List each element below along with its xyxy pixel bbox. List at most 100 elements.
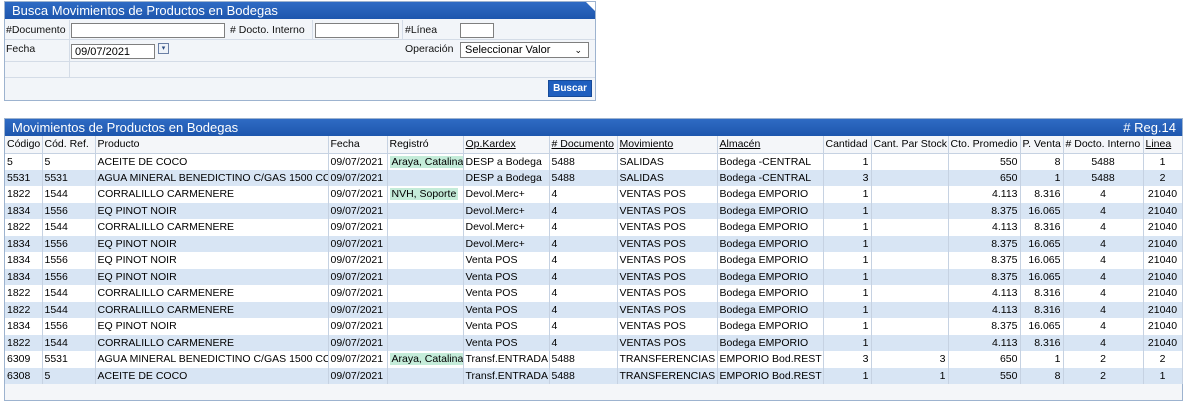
table-row[interactable]: 5 5 ACEITE DE COCO 09/07/2021 Araya, Catalin… xyxy=(5,153,1183,170)
cell-movimiento: VENTAS POS xyxy=(617,301,718,318)
cell-p-venta: 8.316 xyxy=(1020,334,1064,351)
cell-documento: 5488 xyxy=(549,169,618,186)
results-title: Movimientos de Productos en Bodegas xyxy=(12,120,239,135)
col-p-venta[interactable]: P. Venta xyxy=(1020,136,1064,154)
cell-linea: 21040 xyxy=(1143,219,1183,236)
chevron-down-icon: ⌄ xyxy=(574,45,582,55)
col-registro[interactable]: Registró xyxy=(387,136,464,154)
cell-linea: 21040 xyxy=(1143,334,1183,351)
cell-docto-interno: 5488 xyxy=(1063,153,1144,170)
table-row[interactable]: 1822 1544 CORRALILLO CARMENERE 09/07/2021 Ve… xyxy=(5,334,1183,351)
results-table: Código Cód. Ref. Producto Fecha Registró… xyxy=(5,136,1183,384)
col-op-kardex[interactable]: Op.Kardex xyxy=(463,136,550,154)
cell-op-kardex: DESP a Bodega xyxy=(463,169,550,186)
cell-fecha: 09/07/2021 xyxy=(328,285,388,302)
table-row[interactable]: 1822 1544 CORRALILLO CARMENERE 09/07/2021 De… xyxy=(5,219,1183,236)
cell-almacen: Bodega EMPORIO xyxy=(717,334,824,351)
cell-p-venta: 16.065 xyxy=(1020,202,1064,219)
cell-cant-par-stock: 1 xyxy=(871,367,949,384)
col-codigo[interactable]: Código xyxy=(5,136,43,154)
cell-op-kardex: Venta POS xyxy=(463,334,550,351)
cell-movimiento: VENTAS POS xyxy=(617,318,718,335)
table-row[interactable]: 1834 1556 EQ PINOT NOIR 09/07/2021 Devol.Mer… xyxy=(5,202,1183,219)
cell-registro: Araya, Catalina xyxy=(387,153,464,170)
operacion-select[interactable]: Seleccionar Valor ⌄ xyxy=(460,42,589,58)
col-fecha[interactable]: Fecha xyxy=(328,136,388,154)
cell-op-kardex: Devol.Merc+ xyxy=(463,202,550,219)
cell-op-kardex: Venta POS xyxy=(463,268,550,285)
cell-op-kardex: DESP a Bodega xyxy=(463,153,550,170)
cell-producto: EQ PINOT NOIR xyxy=(95,252,329,269)
table-row[interactable]: 6308 5 ACEITE DE COCO 09/07/2021 Transf.ENTR… xyxy=(5,367,1183,384)
cell-cantidad: 1 xyxy=(823,219,872,236)
cell-linea: 1 xyxy=(1143,153,1183,170)
table-row[interactable]: 1834 1556 EQ PINOT NOIR 09/07/2021 Devol.Mer… xyxy=(5,235,1183,252)
fecha-input[interactable] xyxy=(71,44,155,59)
search-row-2: Fecha ▾ Operación Seleccionar Valor ⌄ xyxy=(5,40,595,62)
results-panel: Movimientos de Productos en Bodegas # Re… xyxy=(4,118,1183,401)
table-row[interactable]: 1822 1544 CORRALILLO CARMENERE 09/07/2021 Ve… xyxy=(5,301,1183,318)
cell-fecha: 09/07/2021 xyxy=(328,268,388,285)
table-row[interactable]: 5531 5531 AGUA MINERAL BENEDICTINO C/GAS 1… xyxy=(5,169,1183,186)
cell-documento: 4 xyxy=(549,334,618,351)
table-row[interactable]: 1822 1544 CORRALILLO CARMENERE 09/07/2021 Ve… xyxy=(5,285,1183,302)
documento-label: #Documento xyxy=(6,24,66,36)
cell-almacen: Bodega EMPORIO xyxy=(717,268,824,285)
cell-p-venta: 16.065 xyxy=(1020,268,1064,285)
col-movimiento[interactable]: Movimiento xyxy=(617,136,718,154)
fecha-label: Fecha xyxy=(6,43,36,55)
table-row[interactable]: 1822 1544 CORRALILLO CARMENERE 09/07/2021 NV… xyxy=(5,186,1183,203)
cell-almacen: EMPORIO Bod.REST xyxy=(717,367,824,384)
table-row[interactable]: 1834 1556 EQ PINOT NOIR 09/07/2021 Venta POS… xyxy=(5,252,1183,269)
docto-interno-input[interactable] xyxy=(315,23,399,38)
cell-documento: 4 xyxy=(549,301,618,318)
table-row[interactable]: 1834 1556 EQ PINOT NOIR 09/07/2021 Venta POS… xyxy=(5,318,1183,335)
col-cantidad[interactable]: Cantidad xyxy=(823,136,872,154)
col-linea[interactable]: Linea xyxy=(1143,136,1183,154)
cell-producto: EQ PINOT NOIR xyxy=(95,235,329,252)
buscar-button[interactable]: Buscar xyxy=(548,80,592,97)
cell-cant-par-stock xyxy=(871,285,949,302)
cell-almacen: Bodega EMPORIO xyxy=(717,186,824,203)
cell-codigo: 5531 xyxy=(5,169,43,186)
cell-cant-par-stock xyxy=(871,334,949,351)
cell-producto: CORRALILLO CARMENERE xyxy=(95,219,329,236)
cell-linea: 2 xyxy=(1143,351,1183,368)
cell-docto-interno: 2 xyxy=(1063,367,1144,384)
col-docto-interno[interactable]: # Docto. Interno xyxy=(1063,136,1144,154)
registro-highlight: Araya, Catalina xyxy=(389,353,462,366)
cell-docto-interno: 4 xyxy=(1063,318,1144,335)
col-documento[interactable]: # Documento xyxy=(549,136,618,154)
cell-codigo: 1834 xyxy=(5,318,43,335)
table-row[interactable]: 6309 5531 AGUA MINERAL BENEDICTINO C/GAS 1… xyxy=(5,351,1183,368)
cell-cto-promedio: 8.375 xyxy=(948,318,1021,335)
cell-documento: 5488 xyxy=(549,351,618,368)
cell-movimiento: VENTAS POS xyxy=(617,235,718,252)
cell-movimiento: VENTAS POS xyxy=(617,334,718,351)
search-row-1: #Documento # Docto. Interno #Línea xyxy=(5,20,595,40)
cell-codigo: 1822 xyxy=(5,219,43,236)
cell-cto-promedio: 8.375 xyxy=(948,268,1021,285)
cell-fecha: 09/07/2021 xyxy=(328,153,388,170)
col-cant-par-stock[interactable]: Cant. Par Stock xyxy=(871,136,949,154)
col-almacen[interactable]: Almacén xyxy=(717,136,824,154)
cell-fecha: 09/07/2021 xyxy=(328,169,388,186)
cell-registro xyxy=(387,235,464,252)
cell-fecha: 09/07/2021 xyxy=(328,252,388,269)
calendar-icon[interactable]: ▾ xyxy=(158,43,169,54)
cell-op-kardex: Transf.ENTRADA xyxy=(463,351,550,368)
cell-cantidad: 1 xyxy=(823,252,872,269)
cell-registro xyxy=(387,202,464,219)
cell-p-venta: 1 xyxy=(1020,351,1064,368)
cell-docto-interno: 5488 xyxy=(1063,169,1144,186)
col-cod-ref[interactable]: Cód. Ref. xyxy=(42,136,96,154)
cell-codigo: 1834 xyxy=(5,202,43,219)
col-producto[interactable]: Producto xyxy=(95,136,329,154)
col-cto-promedio[interactable]: Cto. Promedio xyxy=(948,136,1021,154)
cell-cantidad: 1 xyxy=(823,235,872,252)
cell-op-kardex: Venta POS xyxy=(463,318,550,335)
linea-input[interactable] xyxy=(460,23,494,38)
documento-input[interactable] xyxy=(71,23,225,38)
cell-producto: CORRALILLO CARMENERE xyxy=(95,186,329,203)
table-row[interactable]: 1834 1556 EQ PINOT NOIR 09/07/2021 Venta POS… xyxy=(5,268,1183,285)
